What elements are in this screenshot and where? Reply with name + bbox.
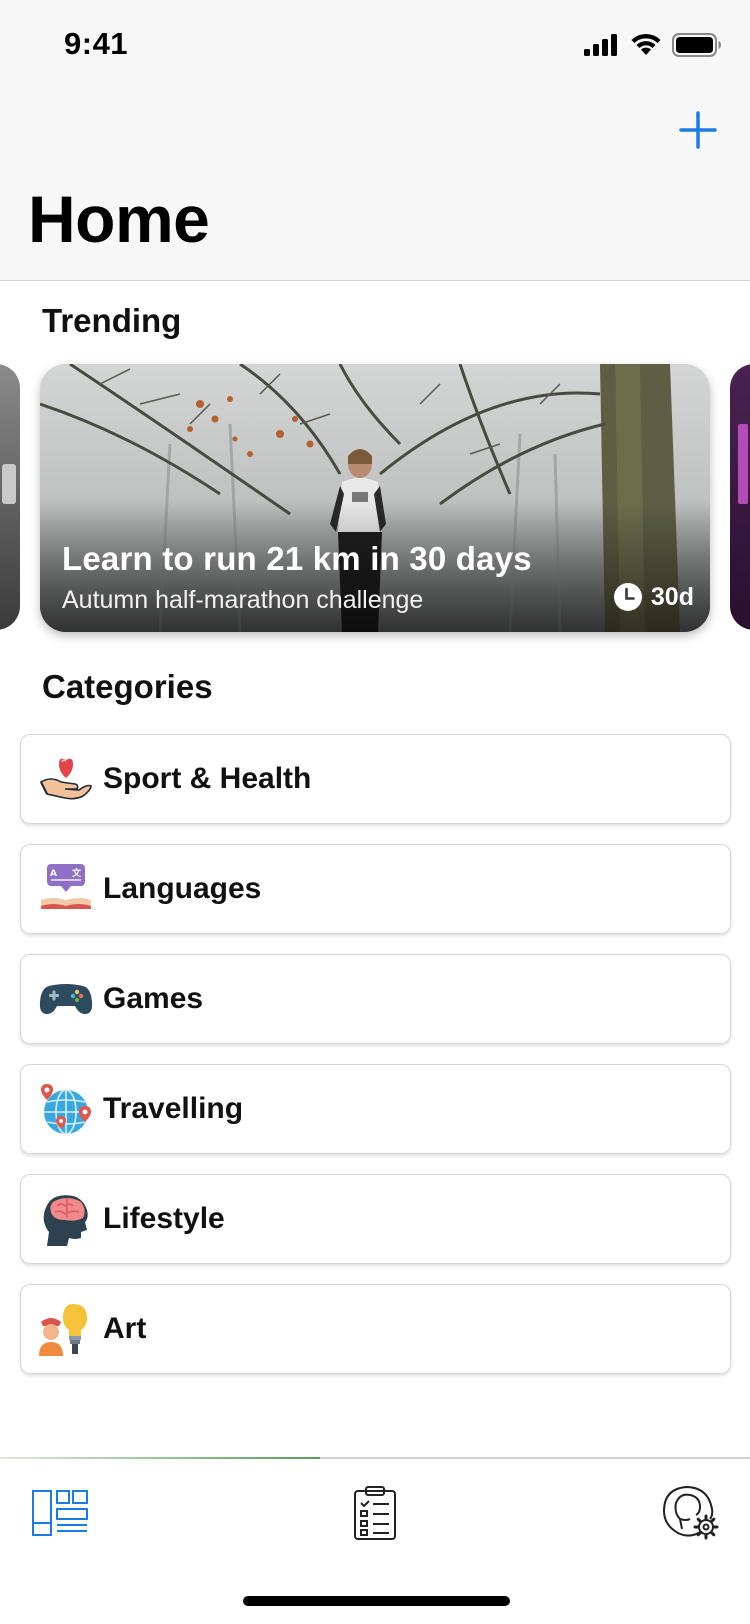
- translate-book-icon: A 文: [39, 862, 93, 916]
- trending-card-title: Learn to run 21 km in 30 days: [62, 540, 532, 577]
- head-brain-icon: [39, 1192, 93, 1246]
- tab-challenges[interactable]: [343, 1481, 407, 1545]
- cellular-signal-icon: [584, 34, 617, 56]
- status-time: 9:41: [64, 26, 129, 61]
- artist-bulb-icon: [39, 1302, 93, 1356]
- home-screen: 9:41 Home Trending Learn to run 21 km in…: [0, 0, 750, 1624]
- tab-selection-indicator: [0, 1457, 320, 1459]
- home-indicator[interactable]: [243, 1596, 510, 1606]
- trending-carousel[interactable]: Learn to run 21 km in 30 days Autumn hal…: [0, 362, 750, 634]
- trending-card[interactable]: Learn to run 21 km in 30 days Autumn hal…: [40, 364, 710, 632]
- svg-text:A: A: [50, 869, 57, 879]
- previous-trending-card[interactable]: [0, 364, 20, 630]
- categories-section-title: Categories: [42, 668, 213, 705]
- category-games[interactable]: Games: [20, 954, 731, 1044]
- battery-icon: [672, 33, 721, 57]
- svg-text:文: 文: [71, 867, 82, 879]
- navigation-header: 9:41 Home: [0, 0, 750, 281]
- category-label: Art: [103, 1312, 147, 1345]
- globe-pins-icon: [39, 1082, 93, 1136]
- heart-hand-icon: [39, 752, 93, 806]
- tab-home[interactable]: [28, 1481, 92, 1545]
- category-travelling[interactable]: Travelling: [20, 1064, 731, 1154]
- category-label: Languages: [103, 872, 262, 905]
- category-label: Sport & Health: [103, 762, 312, 795]
- trending-card-duration: 30d: [613, 582, 694, 612]
- gamepad-icon: [39, 972, 93, 1026]
- next-trending-card[interactable]: [730, 364, 750, 630]
- category-label: Travelling: [103, 1092, 244, 1125]
- category-label: Games: [103, 982, 204, 1015]
- page-title: Home: [28, 182, 210, 256]
- trending-section-title: Trending: [42, 302, 182, 339]
- category-label: Lifestyle: [103, 1202, 225, 1235]
- tab-profile[interactable]: [658, 1481, 722, 1545]
- clock-icon: [613, 583, 642, 611]
- trending-card-subtitle: Autumn half-marathon challenge: [62, 586, 424, 614]
- status-bar: 9:41: [0, 0, 750, 90]
- plus-icon: [679, 111, 717, 149]
- category-lifestyle[interactable]: Lifestyle: [20, 1174, 731, 1264]
- wifi-icon: [631, 34, 661, 55]
- profile-settings-icon: [662, 1485, 719, 1540]
- duration-label: 30d: [650, 582, 694, 611]
- status-icons: [584, 33, 722, 57]
- category-sport-health[interactable]: Sport & Health: [20, 734, 731, 824]
- category-art[interactable]: Art: [20, 1284, 731, 1374]
- dashboard-icon: [32, 1490, 88, 1536]
- checklist-icon: [354, 1486, 396, 1540]
- add-button[interactable]: [672, 104, 724, 156]
- categories-list: Sport & Health A 文 Languages Games Trave…: [20, 734, 731, 1394]
- category-languages[interactable]: A 文 Languages: [20, 844, 731, 934]
